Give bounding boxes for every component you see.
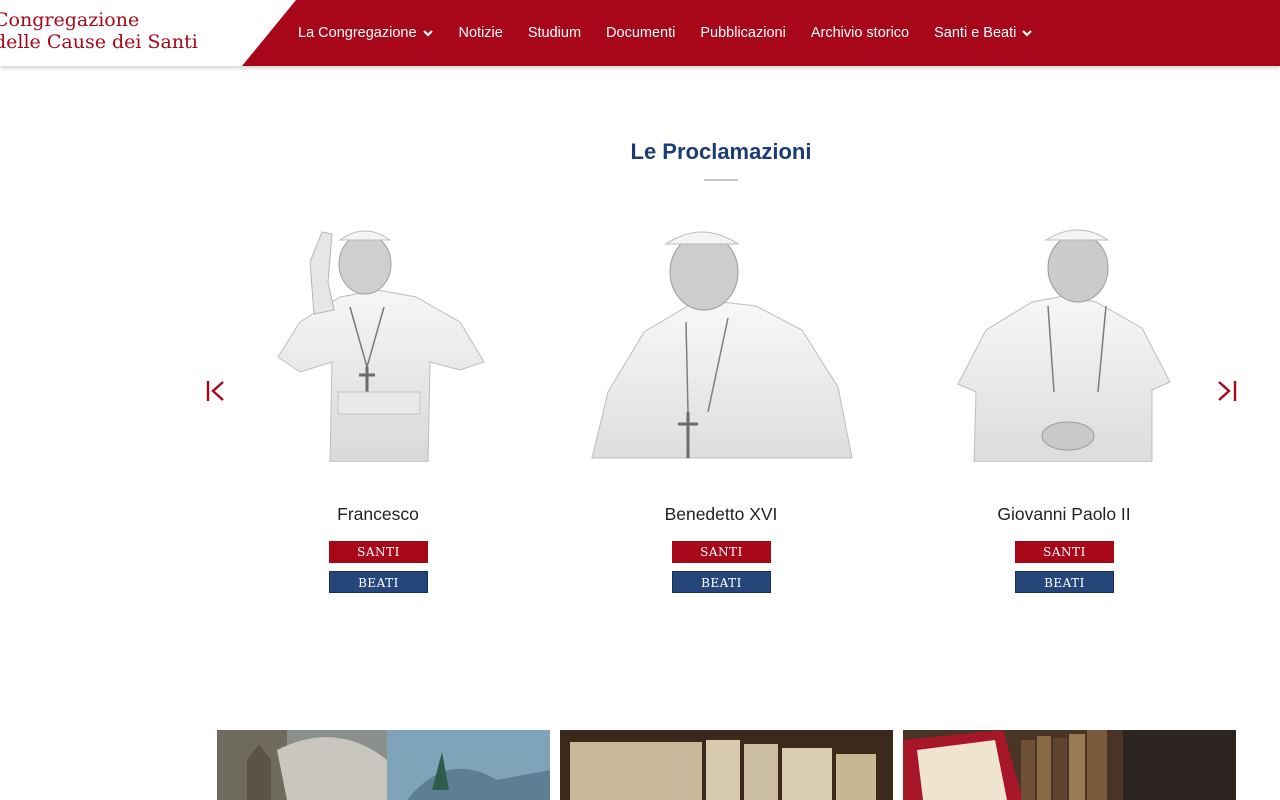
tile-image-red-volume[interactable] bbox=[903, 730, 1236, 800]
beati-button[interactable]: BEATI bbox=[1015, 571, 1114, 593]
title-divider bbox=[704, 179, 738, 181]
tile-image-artwork[interactable] bbox=[217, 730, 550, 800]
pope-portrait-francesco[interactable] bbox=[270, 222, 486, 462]
tile-image-archive-books[interactable] bbox=[560, 730, 893, 800]
nav-label: Santi e Beati bbox=[934, 25, 1017, 41]
first-page-icon[interactable] bbox=[203, 376, 229, 406]
nav-item-documenti[interactable]: Documenti bbox=[606, 25, 675, 41]
pope-portrait-giovanni-paolo-ii[interactable] bbox=[956, 222, 1172, 462]
beati-button[interactable]: BEATI bbox=[329, 571, 428, 593]
site-header: Congregazione delle Cause dei Santi La C… bbox=[0, 0, 1280, 66]
nav-item-archivio-storico[interactable]: Archivio storico bbox=[811, 25, 909, 41]
chevron-down-icon bbox=[1022, 30, 1033, 37]
pope-portrait-benedetto-xvi[interactable] bbox=[588, 222, 854, 462]
main-nav: La Congregazione Notizie Studium Documen… bbox=[298, 0, 1058, 66]
logo-panel[interactable]: Congregazione delle Cause dei Santi bbox=[0, 0, 296, 66]
pope-name: Francesco bbox=[337, 504, 419, 524]
chevron-down-icon bbox=[422, 30, 433, 37]
nav-label: Documenti bbox=[606, 25, 676, 41]
nav-item-studium[interactable]: Studium bbox=[528, 25, 581, 41]
logo-line-2: delle Cause dei Santi bbox=[0, 31, 198, 53]
last-page-icon[interactable] bbox=[1214, 376, 1240, 406]
nav-item-la-congregazione[interactable]: La Congregazione bbox=[298, 25, 434, 41]
nav-label: La Congregazione bbox=[298, 25, 417, 41]
section-title: Le Proclamazioni bbox=[630, 139, 812, 164]
pope-name: Benedetto XVI bbox=[664, 504, 778, 524]
nav-label: Notizie bbox=[458, 25, 503, 41]
nav-item-santi-e-beati[interactable]: Santi e Beati bbox=[934, 25, 1033, 41]
santi-button[interactable]: SANTI bbox=[672, 541, 771, 563]
santi-button[interactable]: SANTI bbox=[329, 541, 428, 563]
nav-label: Studium bbox=[527, 25, 582, 41]
pope-name: Giovanni Paolo II bbox=[997, 504, 1131, 524]
nav-label: Archivio storico bbox=[810, 25, 910, 41]
nav-item-notizie[interactable]: Notizie bbox=[459, 25, 503, 41]
santi-button[interactable]: SANTI bbox=[1015, 541, 1114, 563]
nav-item-pubblicazioni[interactable]: Pubblicazioni bbox=[700, 25, 785, 41]
beati-button[interactable]: BEATI bbox=[672, 571, 771, 593]
logo-line-1: Congregazione bbox=[0, 9, 140, 31]
nav-label: Pubblicazioni bbox=[700, 25, 786, 41]
site-logo[interactable]: Congregazione delle Cause dei Santi bbox=[0, 9, 198, 53]
